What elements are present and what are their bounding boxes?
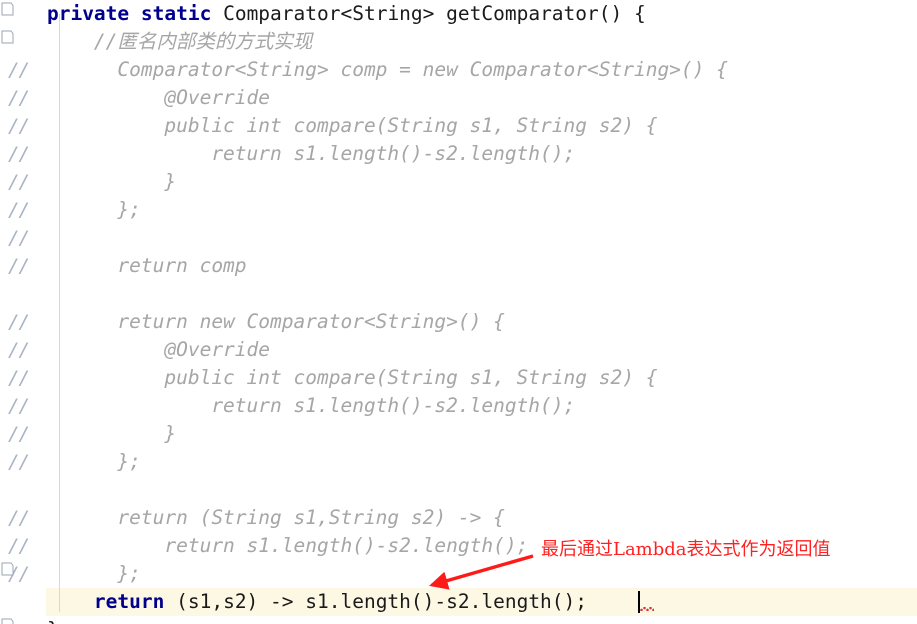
code-line[interactable]: } bbox=[0, 616, 917, 624]
gutter-comment-marker: // bbox=[8, 339, 30, 361]
code-fold-marker-icon[interactable] bbox=[1, 618, 14, 624]
code-line[interactable]: }; bbox=[0, 196, 917, 224]
code-line[interactable]: }; bbox=[0, 560, 917, 588]
gutter-comment-marker: // bbox=[8, 507, 30, 529]
gutter-comment-marker: // bbox=[8, 87, 30, 109]
code-line[interactable]: public int compare(String s1, String s2)… bbox=[0, 112, 917, 140]
code-token-cmt: //匿名内部类的方式实现 bbox=[0, 30, 313, 53]
code-token-cmt: return s1.length()-s2.length(); bbox=[0, 142, 576, 165]
code-line[interactable]: private static Comparator<String> getCom… bbox=[0, 0, 917, 28]
gutter-comment-marker: // bbox=[8, 227, 30, 249]
gutter-comment-marker: // bbox=[8, 367, 30, 389]
code-line[interactable]: return (s1,s2) -> s1.length()-s2.length(… bbox=[0, 588, 917, 616]
gutter-comment-marker: // bbox=[8, 311, 30, 333]
gutter-comment-marker: // bbox=[8, 451, 30, 473]
gutter-comment-marker: // bbox=[8, 395, 30, 417]
code-token-cmt: public int compare(String s1, String s2)… bbox=[0, 114, 658, 137]
annotation-label: 最后通过Lambda表达式作为返回值 bbox=[541, 539, 831, 560]
code-token-cmt: return (String s1,String s2) -> { bbox=[0, 506, 505, 529]
code-token-cmt: return s1.length()-s2.length(); bbox=[0, 534, 529, 557]
code-line[interactable]: return new Comparator<String>() { bbox=[0, 308, 917, 336]
editor-gutter[interactable]: ////////////////////////////////// bbox=[0, 0, 46, 624]
code-token-kw: return bbox=[93, 590, 165, 613]
code-token-cmt: return s1.length()-s2.length(); bbox=[0, 394, 576, 417]
gutter-comment-marker: // bbox=[8, 143, 30, 165]
code-token-cmt: public int compare(String s1, String s2)… bbox=[0, 366, 658, 389]
code-line[interactable] bbox=[0, 224, 917, 252]
code-editor[interactable]: private static Comparator<String> getCom… bbox=[0, 0, 917, 624]
code-line[interactable]: } bbox=[0, 420, 917, 448]
code-line[interactable]: return comp bbox=[0, 252, 917, 280]
code-line[interactable]: @Override bbox=[0, 336, 917, 364]
code-line[interactable]: return s1.length()-s2.length(); bbox=[0, 140, 917, 168]
code-fold-marker-icon[interactable] bbox=[1, 562, 14, 576]
code-line[interactable] bbox=[0, 280, 917, 308]
code-line[interactable]: Comparator<String> comp = new Comparator… bbox=[0, 56, 917, 84]
code-line[interactable]: }; bbox=[0, 448, 917, 476]
code-line[interactable]: return (String s1,String s2) -> { bbox=[0, 504, 917, 532]
code-line[interactable] bbox=[0, 476, 917, 504]
code-token-cmt: return new Comparator<String>() { bbox=[0, 310, 505, 333]
error-squiggle bbox=[640, 607, 654, 611]
code-token-plain: Comparator<String> getComparator() { bbox=[211, 2, 646, 25]
gutter-comment-marker: // bbox=[8, 255, 30, 277]
code-fold-marker-icon[interactable] bbox=[1, 2, 14, 16]
gutter-comment-marker: // bbox=[8, 423, 30, 445]
gutter-comment-marker: // bbox=[8, 171, 30, 193]
code-token-kw: private static bbox=[46, 2, 212, 25]
gutter-comment-marker: // bbox=[8, 115, 30, 137]
code-line[interactable]: //匿名内部类的方式实现 bbox=[0, 28, 917, 56]
code-token-cmt: Comparator<String> comp = new Comparator… bbox=[0, 58, 728, 81]
code-token-plain: (s1,s2) -> s1.length()-s2.length(); bbox=[164, 590, 588, 613]
code-line[interactable]: public int compare(String s1, String s2)… bbox=[0, 364, 917, 392]
code-fold-marker-icon[interactable] bbox=[1, 30, 14, 44]
code-line[interactable]: } bbox=[0, 168, 917, 196]
code-text-layer[interactable]: private static Comparator<String> getCom… bbox=[0, 0, 917, 624]
gutter-comment-marker: // bbox=[8, 535, 30, 557]
code-line[interactable]: return s1.length()-s2.length(); bbox=[0, 392, 917, 420]
gutter-comment-marker: // bbox=[8, 59, 30, 81]
code-line[interactable]: @Override bbox=[0, 84, 917, 112]
gutter-comment-marker: // bbox=[8, 199, 30, 221]
